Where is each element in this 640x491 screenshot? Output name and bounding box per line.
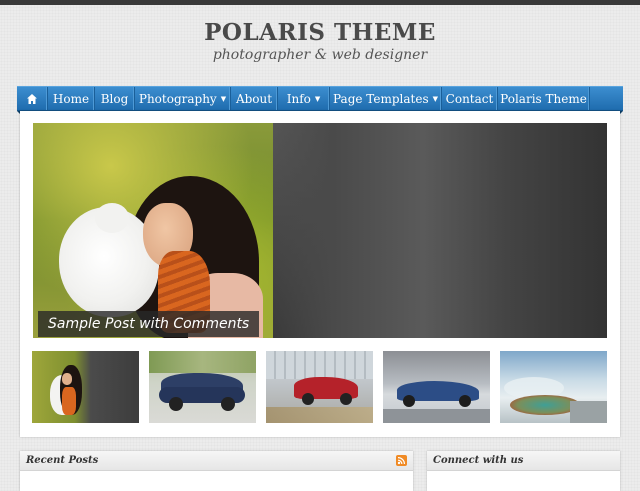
slider-thumbnail-1[interactable] <box>32 351 139 423</box>
chevron-down-icon: ▼ <box>220 94 227 103</box>
chevron-down-icon: ▼ <box>432 94 438 103</box>
recent-posts-widget: Recent Posts <box>20 451 413 491</box>
rss-icon[interactable] <box>396 455 407 466</box>
nav-item-photography[interactable]: Photography ▼ <box>135 87 231 110</box>
nav-item-label: Home <box>52 91 90 106</box>
site-tagline: photographer & web designer <box>212 47 428 63</box>
top-bar <box>0 0 640 5</box>
slide-blurred-tree <box>273 123 607 338</box>
featured-slider[interactable]: Sample Post with Comments <box>33 123 607 338</box>
nav-item-label: Page Templates <box>333 91 429 106</box>
home-icon <box>27 93 37 104</box>
nav-item-home[interactable]: Home <box>48 87 95 110</box>
nav-item-label: Blog <box>100 91 129 106</box>
widget-header: Connect with us <box>427 451 620 471</box>
nav-item-label: Contact <box>445 91 494 106</box>
nav-item-label: Polaris Theme <box>500 91 587 106</box>
nav-item-page-templates[interactable]: Page Templates ▼ <box>330 87 442 110</box>
nav-item-contact[interactable]: Contact <box>442 87 498 110</box>
slide-teddy-ear <box>95 203 129 233</box>
site-title[interactable]: POLARIS THEME <box>0 19 640 46</box>
slider-thumbnail-5[interactable] <box>500 351 607 423</box>
slider-thumbnail-4[interactable] <box>383 351 490 423</box>
slider-thumbnail-3[interactable] <box>266 351 373 423</box>
slider-thumbnail-2[interactable] <box>149 351 256 423</box>
nav-item-about[interactable]: About <box>231 87 278 110</box>
nav-home-button[interactable] <box>17 87 48 110</box>
nav-item-polaris-theme[interactable]: Polaris Theme <box>498 87 590 110</box>
nav-item-label: Photography <box>138 91 217 106</box>
nav-item-info[interactable]: Info ▼ <box>278 87 330 110</box>
main-navigation: Home Blog Photography ▼ About Info ▼ Pag… <box>17 86 623 111</box>
nav-item-blog[interactable]: Blog <box>95 87 135 110</box>
chevron-down-icon: ▼ <box>314 94 321 103</box>
connect-widget: Connect with us <box>427 451 620 491</box>
widget-header: Recent Posts <box>20 451 413 471</box>
recent-posts-title: Recent Posts <box>26 455 99 466</box>
slide-caption[interactable]: Sample Post with Comments <box>38 311 260 337</box>
nav-item-label: Info <box>286 91 311 106</box>
connect-title: Connect with us <box>433 455 524 466</box>
nav-item-label: About <box>235 91 273 106</box>
